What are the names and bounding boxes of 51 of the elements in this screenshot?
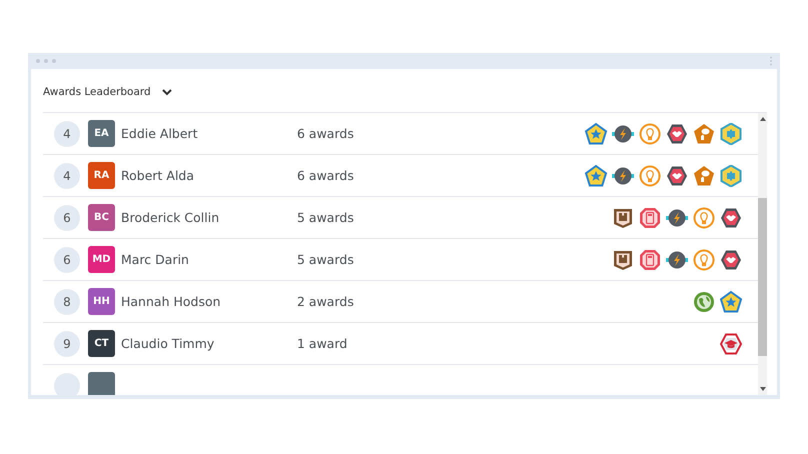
- user-name: Hannah Hodson: [121, 294, 222, 309]
- user-name: Robert Alda: [121, 168, 196, 183]
- rank-badge: 8: [54, 288, 80, 314]
- rank-badge: 9: [54, 330, 80, 356]
- award-count: 6 awards: [297, 168, 354, 183]
- award-count: 2 awards: [297, 294, 354, 309]
- widget-title: Awards Leaderboard: [43, 86, 151, 98]
- scroll-down-icon[interactable]: [758, 386, 766, 392]
- scroll-up-icon[interactable]: [758, 116, 766, 122]
- rank-badge: 6: [54, 204, 80, 230]
- star-badge-icon[interactable]: [720, 290, 742, 312]
- lightning-badge-icon[interactable]: [666, 248, 688, 270]
- rank-badge: 6: [54, 246, 80, 272]
- user-name: Marc Darin: [121, 252, 190, 267]
- speech-bubble-badge-icon[interactable]: [693, 164, 715, 186]
- avatar: RA: [88, 162, 115, 189]
- scrollbar[interactable]: [758, 113, 767, 395]
- award-count: 5 awards: [297, 252, 354, 267]
- avatar: EA: [88, 120, 115, 147]
- lightning-badge-icon[interactable]: [666, 206, 688, 228]
- lightning-badge-icon[interactable]: [612, 164, 634, 186]
- rank-badge: 4: [54, 162, 80, 188]
- book-badge-icon[interactable]: [612, 248, 634, 270]
- lightbulb-badge-icon[interactable]: [639, 164, 661, 186]
- user-name: Claudio Timmy: [121, 336, 216, 351]
- award-count: 6 awards: [297, 126, 354, 141]
- avatar: MD: [88, 246, 115, 273]
- star-badge-icon[interactable]: [585, 164, 607, 186]
- lightbulb-badge-icon[interactable]: [693, 248, 715, 270]
- scrollbar-thumb[interactable]: [758, 198, 767, 356]
- calculator-badge-icon[interactable]: [639, 248, 661, 270]
- lightbulb-badge-icon[interactable]: [693, 206, 715, 228]
- calculator-badge-icon[interactable]: [639, 206, 661, 228]
- rank-badge: [54, 372, 80, 395]
- star-badge-icon[interactable]: [585, 122, 607, 144]
- avatar: BC: [88, 204, 115, 231]
- graduation-cap-badge-icon[interactable]: [720, 332, 742, 354]
- chevron-down-icon[interactable]: [160, 88, 173, 96]
- user-name: Eddie Albert: [121, 126, 199, 141]
- lightbulb-badge-icon[interactable]: [639, 122, 661, 144]
- speech-bubble-badge-icon[interactable]: [693, 122, 715, 144]
- award-count: 5 awards: [297, 210, 354, 225]
- window-dots-icon: [35, 58, 59, 64]
- rank-badge: 4: [54, 120, 80, 146]
- globe-badge-icon[interactable]: [693, 290, 715, 312]
- book-badge-icon[interactable]: [612, 206, 634, 228]
- avatar: HH: [88, 288, 115, 315]
- award-count: 1 award: [297, 336, 348, 351]
- lightning-badge-icon[interactable]: [612, 122, 634, 144]
- user-name: Broderick Collin: [121, 210, 220, 225]
- avatar: CT: [88, 330, 115, 357]
